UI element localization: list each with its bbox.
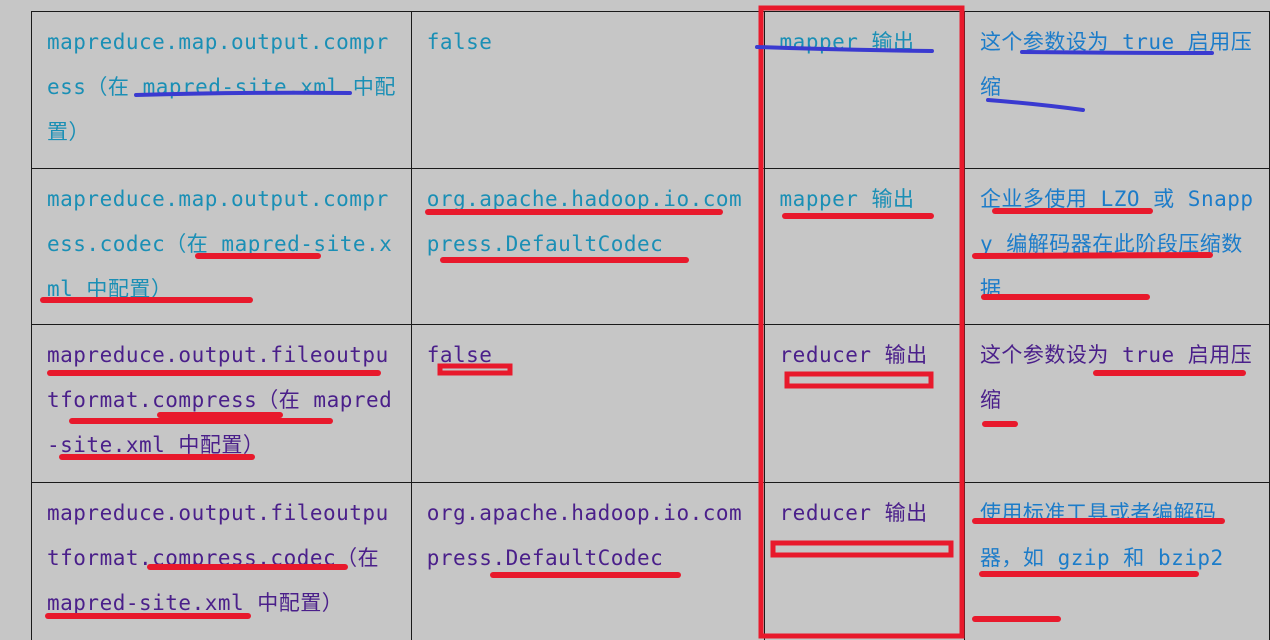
default-value-cell: org.apache.hadoop.io.compress.DefaultCod… [410,168,765,325]
param-cell: mapreduce.output.fileoutputformat.compre… [31,324,412,483]
advice-cell: 使用标准工具或者编解码器，如 gzip 和 bzip2 [963,482,1270,640]
stage-cell: mapper 输出 [763,11,965,169]
advice-cell: 这个参数设为 true 启用压缩 [963,11,1270,169]
stage-cell: mapper 输出 [763,168,965,325]
param-cell: mapreduce.map.output.compress.codec（在 ma… [31,168,412,325]
default-value-cell: org.apache.hadoop.io.compress.DefaultCod… [410,482,765,640]
stage-cell: reducer 输出 [763,482,965,640]
compression-config-table: mapreduce.map.output.compress（在 mapred-s… [31,11,1270,640]
default-value-cell: false [410,11,765,169]
table-row: mapreduce.output.fileoutputformat.compre… [31,482,1270,640]
stage-cell: reducer 输出 [763,324,965,483]
default-value-cell: false [410,324,765,483]
table-row: mapreduce.output.fileoutputformat.compre… [31,324,1270,483]
param-cell: mapreduce.map.output.compress（在 mapred-s… [31,11,412,169]
table-row: mapreduce.map.output.compress（在 mapred-s… [31,11,1270,169]
param-cell: mapreduce.output.fileoutputformat.compre… [31,482,412,640]
table-row: mapreduce.map.output.compress.codec（在 ma… [31,168,1270,325]
advice-cell: 企业多使用 LZO 或 Snappy 编解码器在此阶段压缩数据 [963,168,1270,325]
advice-cell: 这个参数设为 true 启用压缩 [963,324,1270,483]
